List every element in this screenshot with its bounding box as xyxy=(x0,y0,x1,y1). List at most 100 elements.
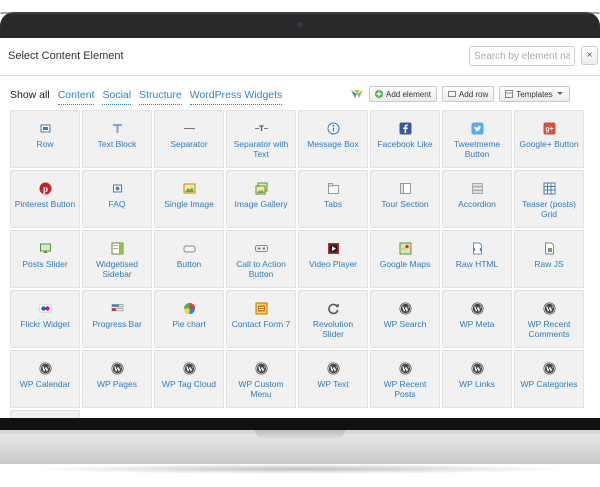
faq-icon xyxy=(111,182,124,195)
wordpress-icon: W xyxy=(471,302,484,315)
pie-chart-icon xyxy=(183,302,196,315)
element-flickr-widget[interactable]: Flickr Widget xyxy=(10,290,80,348)
element-label: Call to Action Button xyxy=(236,259,286,279)
element-video-player[interactable]: Video Player xyxy=(298,230,368,288)
element-raw-html[interactable]: Raw HTML xyxy=(442,230,512,288)
raw-js-icon xyxy=(543,242,556,255)
element-accordion[interactable]: Accordion xyxy=(442,170,512,228)
element-tabs[interactable]: Tabs xyxy=(298,170,368,228)
element-label: Video Player xyxy=(308,259,358,269)
element-label: Accordion xyxy=(458,199,496,209)
element-wp-pages[interactable]: W WP Pages xyxy=(82,350,152,408)
sidebar-icon xyxy=(111,242,124,255)
element-faq[interactable]: FAQ xyxy=(82,170,152,228)
search-input[interactable] xyxy=(469,46,575,66)
tabs-icon xyxy=(327,182,340,195)
element-row[interactable]: Row xyxy=(10,110,80,168)
element-posts-slider[interactable]: Posts Slider xyxy=(10,230,80,288)
wordpress-icon: W xyxy=(327,362,340,375)
add-row-button[interactable]: Add row xyxy=(441,86,495,102)
text-block-icon xyxy=(111,122,124,135)
element-contact-form-7[interactable]: Contact Form 7 xyxy=(226,290,296,348)
add-row-label: Add row xyxy=(458,89,489,99)
element-text-block[interactable]: Text Block xyxy=(82,110,152,168)
element-wp-calendar[interactable]: W WP Calendar xyxy=(10,350,80,408)
element-wp-custom-menu[interactable]: W WP Custom Menu xyxy=(226,350,296,408)
element-pinterest-button[interactable]: p Pinterest Button xyxy=(10,170,80,228)
tour-icon xyxy=(399,182,412,195)
element-single-image[interactable]: Single Image xyxy=(154,170,224,228)
element-message-box[interactable]: Message Box xyxy=(298,110,368,168)
element-pie-chart[interactable]: Pie chart xyxy=(154,290,224,348)
element-label: Progress Bar xyxy=(92,319,142,329)
add-element-label: Add element xyxy=(386,89,431,99)
svg-text:W: W xyxy=(185,364,193,373)
element-label: Pinterest Button xyxy=(14,199,76,209)
teaser-grid-icon xyxy=(543,182,556,195)
templates-button[interactable]: Templates xyxy=(499,86,570,102)
contact-form-icon xyxy=(255,302,268,315)
row-small-icon xyxy=(447,90,456,98)
camera-icon xyxy=(297,22,303,28)
element-progress-bar[interactable]: Progress Bar xyxy=(82,290,152,348)
element-label: Single Image xyxy=(164,199,214,209)
element-label: Raw HTML xyxy=(455,259,499,269)
element-label: WP Calendar xyxy=(19,379,71,389)
svg-text:W: W xyxy=(329,364,337,373)
element-wp-meta[interactable]: W WP Meta xyxy=(442,290,512,348)
svg-text:g+: g+ xyxy=(545,126,553,133)
add-element-button[interactable]: Add element xyxy=(369,86,437,102)
element-image-gallery[interactable]: Image Gallery xyxy=(226,170,296,228)
tab-structure[interactable]: Structure xyxy=(139,89,182,105)
tab-content[interactable]: Content xyxy=(57,89,95,105)
element-wp-recent-posts[interactable]: W WP Recent Posts xyxy=(370,350,440,408)
svg-text:W: W xyxy=(401,304,409,313)
dialog-title: Select Content Element xyxy=(8,50,124,62)
element-wp-links[interactable]: W WP Links xyxy=(442,350,512,408)
wordpress-icon: W xyxy=(255,362,268,375)
svg-text:W: W xyxy=(257,364,265,373)
tab-wordpress-widgets[interactable]: WordPress Widgets xyxy=(189,89,283,105)
element-facebook-like[interactable]: Facebook Like xyxy=(370,110,440,168)
element-google-button[interactable]: g+ Google+ Button xyxy=(514,110,584,168)
element-label: WP Recent Comments xyxy=(527,319,571,339)
separator-icon xyxy=(183,122,196,135)
element-revolution-slider[interactable]: Revolution Slider xyxy=(298,290,368,348)
element-wp-search[interactable]: W WP Search xyxy=(370,290,440,348)
element-label: Message Box xyxy=(307,139,359,149)
svg-text:W: W xyxy=(41,364,49,373)
element-teaser-posts-grid[interactable]: Teaser (posts) Grid xyxy=(514,170,584,228)
google-plus-icon: g+ xyxy=(543,122,556,135)
row-icon xyxy=(39,122,52,135)
posts-slider-icon xyxy=(39,242,52,255)
svg-text:W: W xyxy=(401,364,409,373)
element-tweetmeme-button[interactable]: Tweetmeme Button xyxy=(442,110,512,168)
tab-show-all[interactable]: Show all xyxy=(10,89,50,105)
element-call-to-action-button[interactable]: Call to Action Button xyxy=(226,230,296,288)
element-label: WP Text xyxy=(317,379,349,389)
content-element-dialog: Select Content Element × Show all Conten… xyxy=(0,38,600,418)
element-tour-section[interactable]: Tour Section xyxy=(370,170,440,228)
laptop-shadow xyxy=(30,464,570,474)
progress-bar-icon xyxy=(111,302,124,315)
element-partial[interactable] xyxy=(10,410,80,418)
element-wp-text[interactable]: W WP Text xyxy=(298,350,368,408)
element-raw-js[interactable]: Raw JS xyxy=(514,230,584,288)
close-button[interactable]: × xyxy=(581,46,598,65)
element-separator-with-text[interactable]: Separator with Text xyxy=(226,110,296,168)
element-widgetised-sidebar[interactable]: Widgetised Sidebar xyxy=(82,230,152,288)
maps-icon xyxy=(399,242,412,255)
laptop-scene: Select Content Element × Show all Conten… xyxy=(0,0,600,487)
element-google-maps[interactable]: Google Maps xyxy=(370,230,440,288)
svg-text:W: W xyxy=(113,364,121,373)
element-wp-recent-comments[interactable]: W WP Recent Comments xyxy=(514,290,584,348)
element-label: Tabs xyxy=(324,199,342,209)
svg-text:p: p xyxy=(42,184,47,194)
element-wp-tag-cloud[interactable]: W WP Tag Cloud xyxy=(154,350,224,408)
element-button[interactable]: Button xyxy=(154,230,224,288)
tab-social[interactable]: Social xyxy=(102,89,132,105)
element-label: Contact Form 7 xyxy=(231,319,291,329)
element-label: Separator with Text xyxy=(233,139,289,159)
element-separator[interactable]: Separator xyxy=(154,110,224,168)
element-wp-categories[interactable]: W WP Categories xyxy=(514,350,584,408)
